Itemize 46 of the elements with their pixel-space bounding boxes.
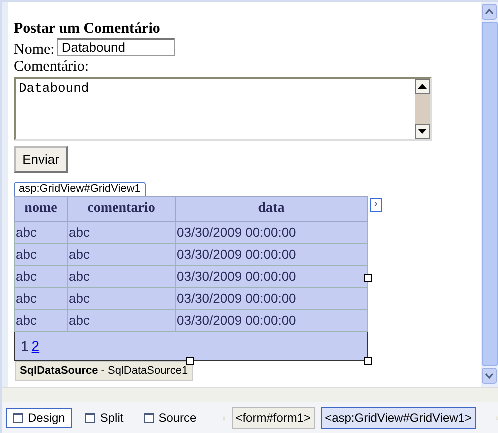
- tag-breadcrumb[interactable]: <asp:GridView#GridView1>: [321, 406, 476, 429]
- page-link[interactable]: 2: [32, 338, 40, 354]
- textarea-scrollbar[interactable]: [415, 79, 430, 139]
- current-page-number: 1: [21, 338, 29, 354]
- resize-handle[interactable]: [364, 357, 372, 365]
- comment-label: Comentário:: [14, 59, 90, 76]
- view-tab[interactable]: Design: [6, 408, 72, 428]
- scrollbar-thumb[interactable]: [482, 22, 498, 366]
- tag-breadcrumb[interactable]: <form#form1>: [232, 406, 316, 429]
- table-cell: abc: [14, 288, 68, 310]
- table-cell: abc: [14, 244, 68, 266]
- view-tab[interactable]: Split: [78, 408, 131, 428]
- resize-handle[interactable]: [186, 357, 194, 365]
- scroll-up-icon[interactable]: [415, 79, 430, 94]
- smart-tag-button[interactable]: ›: [370, 198, 382, 212]
- table-cell: 03/30/2009 00:00:00: [176, 244, 368, 266]
- column-header: data: [176, 196, 368, 222]
- resize-handle[interactable]: [364, 274, 372, 282]
- column-header: comentario: [68, 196, 176, 222]
- submit-button[interactable]: Enviar: [14, 146, 68, 173]
- window-icon: [85, 412, 96, 423]
- name-input-field[interactable]: Databound: [56, 38, 175, 56]
- window-icon: [13, 412, 23, 423]
- table-cell: abc: [14, 266, 68, 288]
- table-cell: abc: [68, 288, 176, 310]
- table-cell: abc: [14, 222, 68, 244]
- grid-view[interactable]: nome comentario data abc abc 03/30/2009 00:00:00 abc abc 03/30/2009 00:00:00 abc abc 03/30/2009 00:00:00 abc abc 03/30/2009 00:00:00 abc abc 03/30/2009 00:00:00 1 2: [14, 196, 368, 361]
- table-cell: abc: [68, 310, 176, 332]
- column-header: nome: [14, 196, 68, 222]
- scroll-down-icon[interactable]: [415, 124, 430, 139]
- table-cell: abc: [68, 266, 176, 288]
- form-heading: Postar um Comentário: [14, 20, 162, 38]
- table-cell: 03/30/2009 00:00:00: [176, 310, 368, 332]
- table-cell: abc: [68, 222, 176, 244]
- window-icon: [144, 412, 154, 423]
- control-tag: asp:GridView#GridView1: [14, 182, 146, 196]
- table-cell: abc: [14, 310, 68, 332]
- table-cell: abc: [68, 244, 176, 266]
- name-label: Nome:: [14, 42, 55, 59]
- datasource-control[interactable]: SqlDataSource - SqlDataSource1: [15, 361, 194, 381]
- view-tab[interactable]: Source: [136, 408, 204, 428]
- vertical-scrollbar[interactable]: [481, 2, 498, 388]
- comment-textarea[interactable]: Databound: [14, 77, 432, 141]
- table-cell: 03/30/2009 00:00:00: [176, 222, 368, 244]
- table-cell: 03/30/2009 00:00:00: [176, 288, 368, 310]
- horizontal-scrollbar[interactable]: [2, 387, 498, 402]
